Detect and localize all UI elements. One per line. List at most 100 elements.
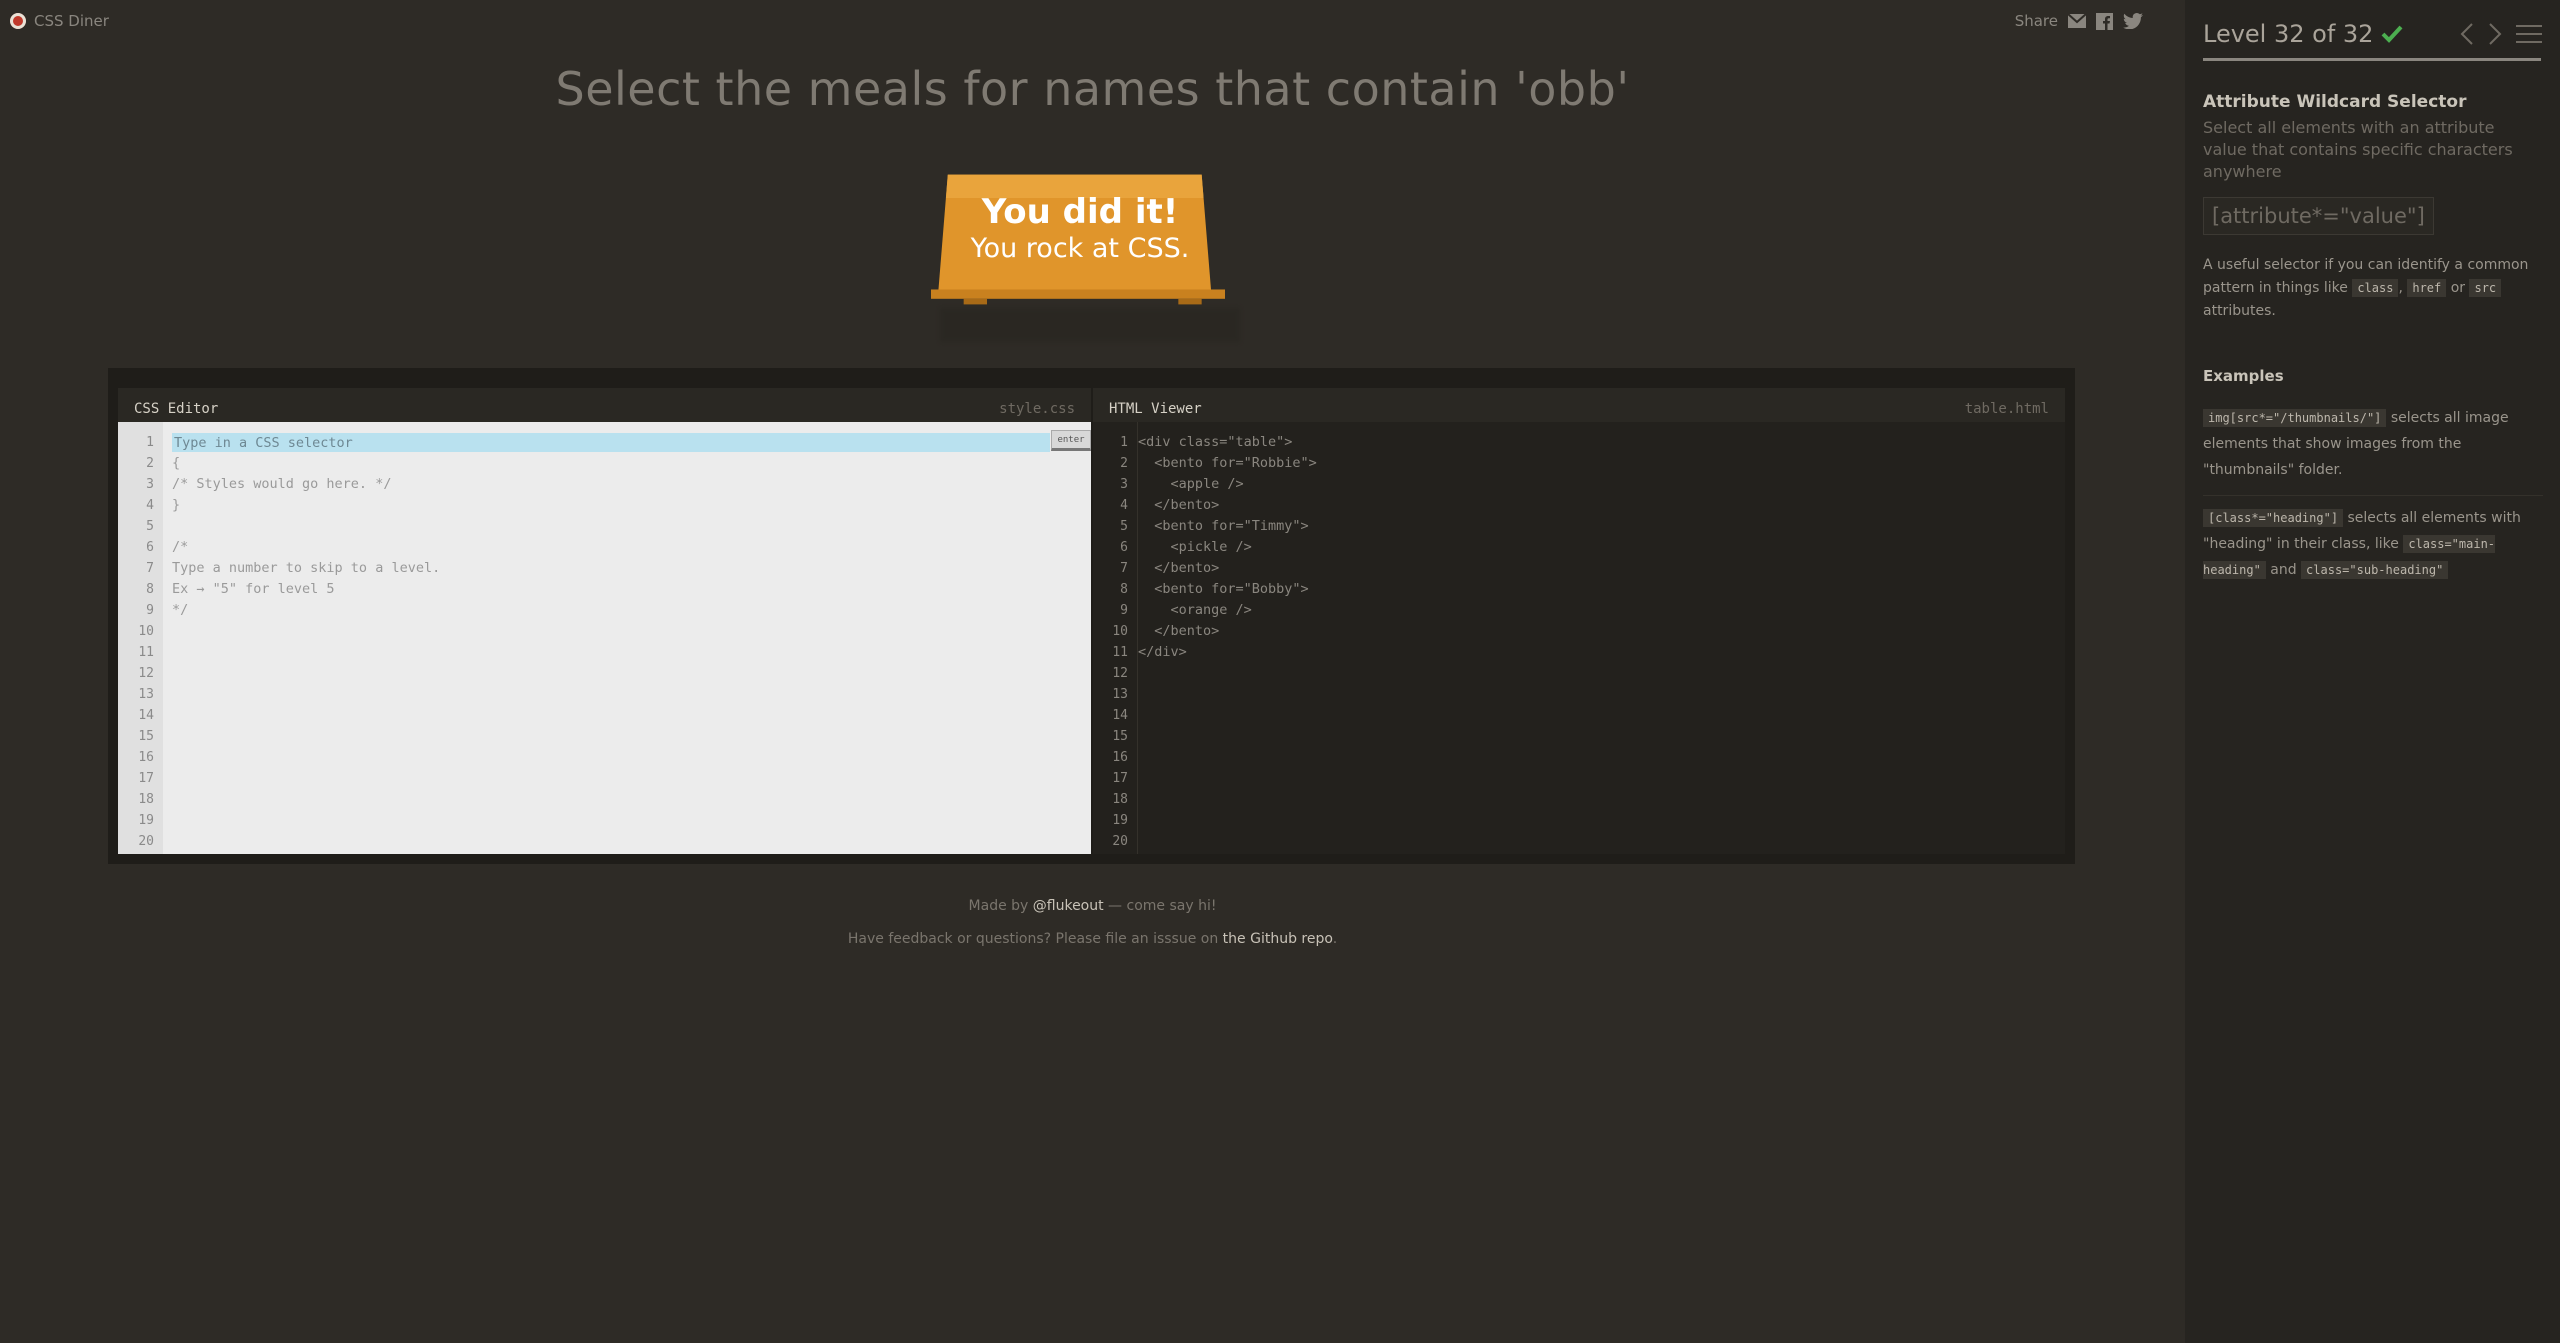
line-number: 13 (138, 687, 154, 702)
example-2: [class*="heading"] selects all elements … (2203, 505, 2543, 583)
level-nav (2460, 22, 2542, 46)
author-link[interactable]: @flukeout (1033, 898, 1104, 914)
hint-separator: or (2446, 280, 2470, 296)
selector-description: Select all elements with an attribute va… (2203, 118, 2513, 181)
previous-level-icon[interactable] (2460, 22, 2474, 46)
footer-credit: Made by @flukeout — come say hi! (0, 898, 2185, 914)
sign-text: You did it! You rock at CSS. (920, 192, 1240, 266)
footer-feedback-suffix: . (1332, 931, 1338, 947)
line-number: 5 (146, 519, 154, 534)
success-sign: You did it! You rock at CSS. (920, 170, 1250, 345)
line-number: 17 (1112, 771, 1128, 786)
level-indicator: Level 32 of 32 (2203, 20, 2374, 48)
example-divider (2203, 495, 2543, 496)
level-menu-icon[interactable] (2516, 23, 2542, 45)
table-shadow (940, 308, 1240, 342)
line-number: 8 (146, 582, 154, 597)
line-number: 20 (1112, 834, 1128, 849)
line-number: 18 (1112, 792, 1128, 807)
twitter-icon[interactable] (2123, 13, 2143, 29)
css-editor: 1 2 3 4 5 6 7 8 9 10 11 12 13 14 15 16 17 18 19 20 { /* Sty… (118, 422, 1091, 854)
html-code: <div class="table"> <bento for="Robbie">… (1138, 434, 1317, 660)
line-number: 11 (1112, 645, 1128, 660)
share-label: Share (2014, 12, 2058, 30)
line-number: 15 (138, 729, 154, 744)
selector-hint: A useful selector if you can identify a … (2203, 254, 2543, 323)
css-selector-input[interactable] (172, 433, 1050, 452)
next-level-icon[interactable] (2488, 22, 2502, 46)
sign-subtitle: You rock at CSS. (970, 233, 1190, 264)
line-number: 13 (1112, 687, 1128, 702)
line-number: 1 (1120, 435, 1128, 450)
line-number: 7 (146, 561, 154, 576)
footer-feedback: Have feedback or questions? Please file … (0, 931, 2185, 947)
example-2-code-sub: class="sub-heading" (2301, 561, 2449, 579)
example-2-code: [class*="heading"] (2203, 509, 2344, 527)
line-number: 3 (146, 477, 154, 492)
example-1: img[src*="/thumbnails/"] selects all ima… (2203, 405, 2543, 483)
line-number: 12 (1112, 666, 1128, 681)
enter-button[interactable]: enter (1051, 430, 1091, 451)
line-number: 12 (138, 666, 154, 681)
line-number: 11 (138, 645, 154, 660)
line-number: 19 (1112, 813, 1128, 828)
line-number: 17 (138, 771, 154, 786)
examples-heading: Examples (2203, 367, 2284, 385)
html-viewer-filename: table.html (1964, 401, 2049, 417)
line-number: 10 (1112, 624, 1128, 639)
level-instruction: Select the meals for names that contain … (555, 62, 1630, 116)
app-title: CSS Diner (34, 12, 109, 30)
css-code: { /* Styles would go here. */ } /* Type … (172, 455, 441, 618)
level-sidebar: Level 32 of 32 Attribute Wildcard Select… (2185, 0, 2560, 1343)
app-logo[interactable]: CSS Diner (10, 12, 109, 30)
html-line-numbers: 1 2 3 4 5 6 7 8 9 10 11 12 13 14 15 16 17 18 19 20 (1093, 422, 1138, 854)
hint-tag-src: src (2469, 279, 2502, 297)
level-progress-bar (2203, 58, 2541, 61)
game-area: CSS Diner Share Select the meals for nam… (0, 0, 2185, 1343)
html-viewer-title: HTML Viewer (1109, 401, 1202, 417)
css-editor-filename: style.css (999, 401, 1075, 417)
line-number: 6 (146, 540, 154, 555)
line-number: 9 (146, 603, 154, 618)
line-number: 9 (1120, 603, 1128, 618)
line-number: 4 (1120, 498, 1128, 513)
line-number: 6 (1120, 540, 1128, 555)
line-number: 8 (1120, 582, 1128, 597)
plate-logo-icon (10, 13, 26, 29)
line-number: 20 (138, 834, 154, 849)
hint-tag-href: href (2407, 279, 2447, 297)
line-number: 4 (146, 498, 154, 513)
example-2-and: and (2265, 562, 2302, 578)
line-number: 7 (1120, 561, 1128, 576)
facebook-icon[interactable] (2096, 12, 2113, 30)
html-viewer: 1 2 3 4 5 6 7 8 9 10 11 12 13 14 15 16 17 18 19 20 <div cla… (1093, 422, 2065, 854)
email-icon[interactable] (2068, 14, 2086, 28)
line-number: 14 (138, 708, 154, 723)
line-number: 2 (1120, 456, 1128, 471)
example-1-code: img[src*="/thumbnails/"] (2203, 409, 2387, 427)
github-link[interactable]: the Github repo (1223, 931, 1333, 947)
check-icon (2382, 25, 2403, 43)
css-line-numbers: 1 2 3 4 5 6 7 8 9 10 11 12 13 14 15 16 17 18 19 20 (118, 422, 163, 854)
line-number: 2 (146, 456, 154, 471)
line-number: 5 (1120, 519, 1128, 534)
line-number: 14 (1112, 708, 1128, 723)
selector-syntax: [attribute*="value"] (2203, 197, 2434, 235)
line-number: 16 (138, 750, 154, 765)
hint-tag-class: class (2352, 279, 2399, 297)
hint-separator: , (2398, 280, 2408, 296)
line-number: 10 (138, 624, 154, 639)
line-number: 16 (1112, 750, 1128, 765)
css-editor-title: CSS Editor (134, 401, 219, 417)
selector-name: Attribute Wildcard Selector (2203, 92, 2467, 112)
line-number: 3 (1120, 477, 1128, 492)
line-number: 19 (138, 813, 154, 828)
footer-feedback-prefix: Have feedback or questions? Please file … (847, 931, 1223, 947)
line-number: 1 (146, 435, 154, 450)
share-bar: Share (2015, 12, 2143, 30)
editor-frame: CSS Editor style.css HTML Viewer table.h… (108, 368, 2075, 864)
hint-text-end: attributes. (2203, 303, 2276, 319)
line-number: 15 (1112, 729, 1128, 744)
level-progress-fill (2203, 58, 2541, 61)
footer-credit-suffix: — come say hi! (1103, 898, 1217, 914)
